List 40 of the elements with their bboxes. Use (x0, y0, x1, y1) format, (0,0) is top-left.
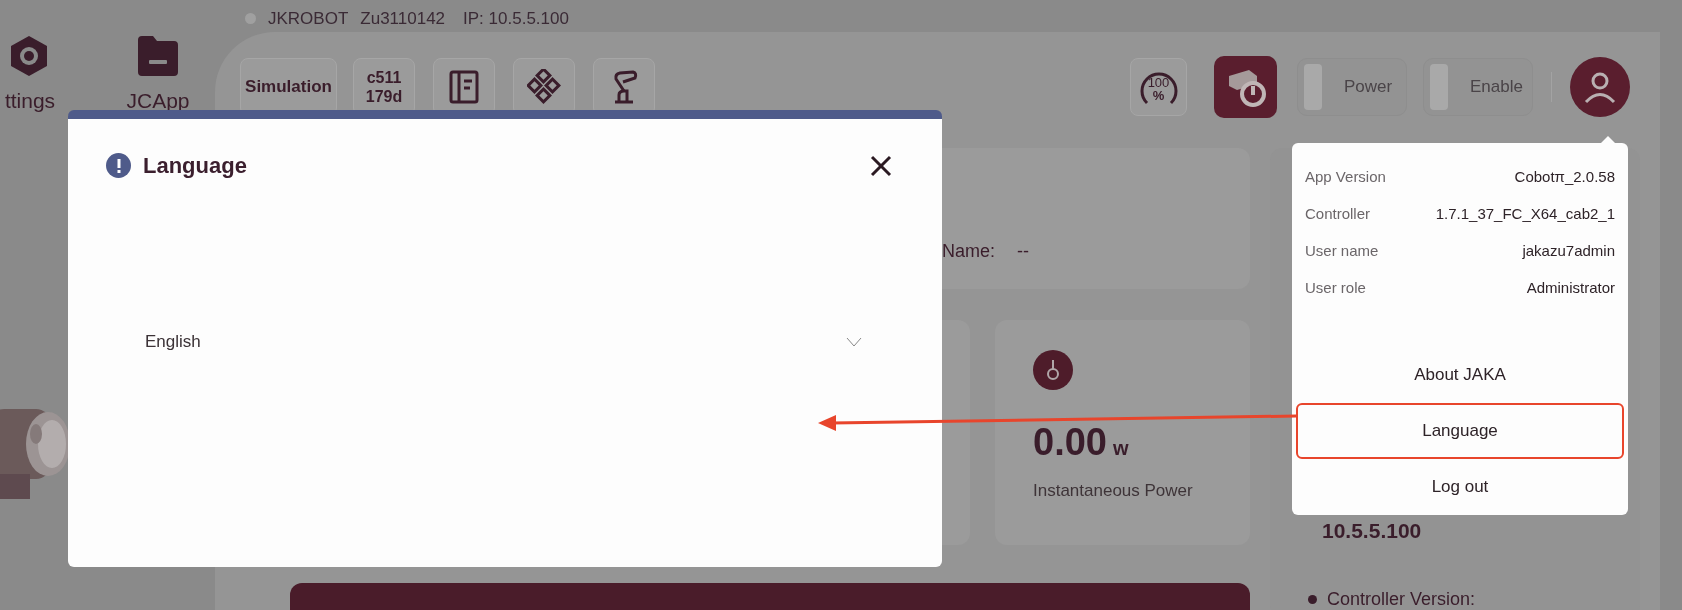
info-value: 1.7.1_37_FC_X64_cab2_1 (1435, 204, 1615, 225)
power-unit: w (1112, 435, 1129, 461)
language-select[interactable]: English (134, 322, 876, 362)
info-label: Controller (1305, 204, 1371, 225)
info-label: User role (1305, 278, 1366, 299)
bullet-icon (1308, 595, 1317, 604)
thermometer-icon (1033, 349, 1073, 390)
robot-name: JKROBOT (268, 8, 349, 30)
info-value: Administrator (1526, 278, 1615, 299)
power-control-button[interactable] (1214, 55, 1277, 118)
field-label: Name: (942, 239, 995, 263)
dialog-title: Language (143, 152, 247, 180)
folder-icon (135, 34, 181, 78)
toggle-button[interactable]: Enable (1423, 57, 1533, 116)
close-icon (870, 154, 892, 177)
diamond-grid-icon (527, 68, 561, 105)
info-value: Cobotπ_2.0.58 (1514, 167, 1615, 188)
nav-item[interactable]: ttings (0, 34, 80, 111)
info-icon (106, 153, 131, 178)
chevron-down-icon (846, 337, 862, 347)
speed-value: 100 (1147, 75, 1170, 89)
notebook-icon (447, 68, 481, 105)
menu-item[interactable]: Log out (1296, 459, 1624, 515)
field-value: -- (1017, 239, 1029, 263)
ip-value: 10.5.5.100 (1322, 517, 1423, 544)
percent-sign: % (1152, 88, 1165, 102)
info-value: jakazu7admin (1522, 241, 1615, 262)
speed-button[interactable]: 100 % (1130, 57, 1187, 116)
info-label: User name (1305, 241, 1379, 262)
info-label: App Version (1305, 167, 1386, 188)
section-label: Controller Version: (1327, 588, 1476, 610)
close-button[interactable] (870, 154, 892, 177)
ip-address: IP: 10.5.5.100 (463, 8, 569, 30)
power-label: Instantaneous Power (1033, 479, 1194, 502)
menu-item[interactable]: Language (1296, 403, 1624, 459)
serial-number: Zu3110142 (360, 8, 446, 30)
power-value: 0.00 (1033, 419, 1107, 464)
nav-item[interactable]: JCApp (108, 34, 208, 111)
toggle-button[interactable]: Power (1297, 57, 1407, 116)
menu-item[interactable]: About JAKA (1296, 347, 1624, 403)
